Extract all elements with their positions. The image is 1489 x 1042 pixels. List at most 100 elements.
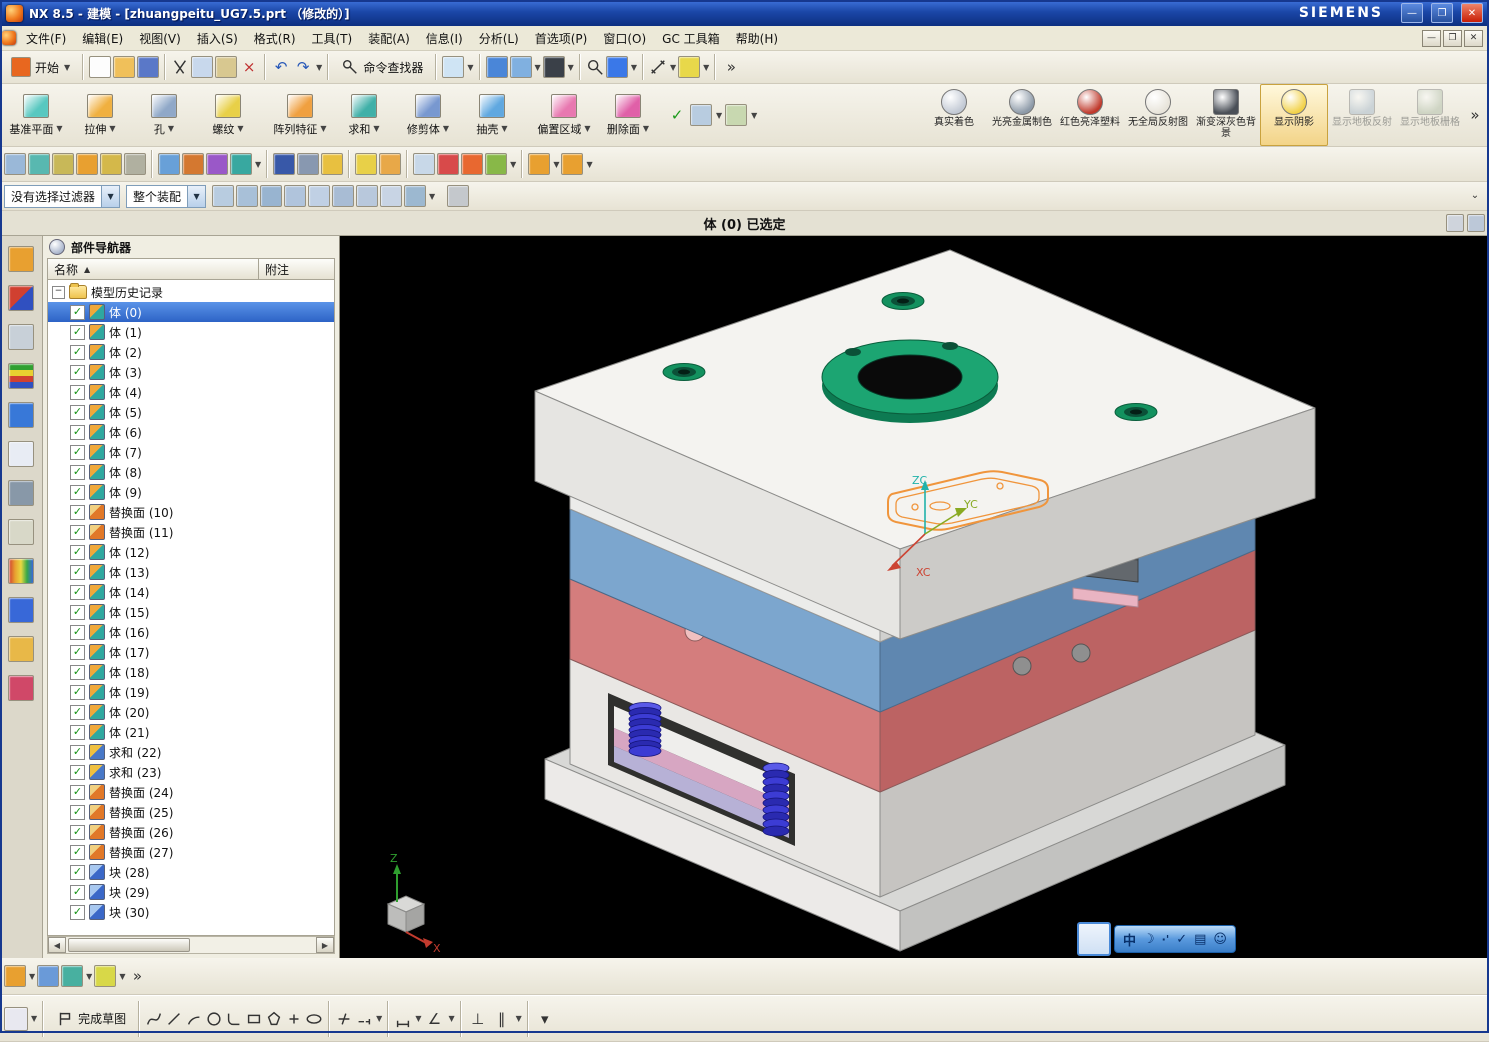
selection-scope-combo[interactable]: 整个装配 ▼	[126, 184, 207, 208]
feature-button-孔[interactable]: 孔 ▼	[132, 86, 196, 144]
tree-item[interactable]: ✓ 体 (14)	[48, 582, 334, 602]
graphics-window[interactable]: ZC YC XC Z X 中 ☽ ·' ✓ ▤ ☺	[340, 236, 1489, 958]
feature-button-求和[interactable]: 求和 ▼	[332, 86, 396, 144]
tree-item[interactable]: ✓ 块 (30)	[48, 902, 334, 922]
triangle-mesh-icon[interactable]	[413, 153, 436, 175]
chevron-down-icon[interactable]: ▼	[86, 972, 92, 981]
scroll-left-icon[interactable]: ◀	[48, 937, 66, 953]
chevron-down-icon[interactable]: ▼	[56, 124, 62, 133]
fit-view-icon[interactable]	[206, 153, 228, 175]
tree-item[interactable]: ✓ 体 (5)	[48, 402, 334, 422]
export-list-icon[interactable]	[94, 965, 117, 987]
shaded-ball-icon[interactable]	[273, 153, 296, 175]
mdi-restore-button[interactable]: ❐	[1443, 29, 1462, 47]
tree-item[interactable]: ✓ 替换面 (25)	[48, 802, 334, 822]
toolbar-overflow-chevron[interactable]: »	[721, 57, 741, 77]
quick-trim-icon[interactable]	[335, 1010, 353, 1028]
tree-item[interactable]: ✓ 求和 (23)	[48, 762, 334, 782]
chevron-down-icon[interactable]: ▼	[31, 1014, 37, 1023]
tree-item[interactable]: ✓ 体 (8)	[48, 462, 334, 482]
copy-icon[interactable]	[191, 56, 214, 78]
checkbox-checked-icon[interactable]: ✓	[70, 484, 85, 500]
checkbox-checked-icon[interactable]: ✓	[70, 344, 85, 360]
touch-mode-icon[interactable]	[442, 56, 465, 78]
snap-arc-center-icon[interactable]	[308, 185, 331, 207]
zoom-in-icon[interactable]	[182, 153, 204, 175]
snap-intersection-icon[interactable]	[284, 185, 307, 207]
menu-GC 工具箱[interactable]: GC 工具箱	[654, 27, 728, 50]
ruler-icon[interactable]	[678, 56, 701, 78]
palette-icon[interactable]	[8, 558, 34, 584]
chevron-down-icon[interactable]: ▼	[255, 160, 261, 169]
tree-item[interactable]: ✓ 体 (0)	[48, 302, 334, 322]
redo-icon[interactable]: ↷	[293, 57, 313, 77]
navigator-table-icon[interactable]	[37, 965, 60, 987]
chevron-down-icon[interactable]: ▼	[29, 972, 35, 981]
chevron-down-icon[interactable]: ▼	[584, 124, 590, 133]
menu-装配(A)[interactable]: 装配(A)	[360, 27, 418, 50]
chevron-down-icon[interactable]: ▼	[376, 1014, 382, 1023]
column-note[interactable]: 附注	[259, 259, 334, 279]
tree-item[interactable]: ✓ 体 (13)	[48, 562, 334, 582]
arc-icon[interactable]	[185, 1010, 203, 1028]
tree-item[interactable]: ✓ 体 (18)	[48, 662, 334, 682]
roles-icon[interactable]	[8, 597, 34, 623]
cue-grid-icon[interactable]	[1467, 214, 1485, 232]
ime-avatar-icon[interactable]	[1077, 922, 1111, 956]
info-icon[interactable]	[8, 402, 34, 428]
chevron-down-icon[interactable]: ▼	[429, 192, 435, 201]
app-menu-icon[interactable]	[2, 31, 16, 45]
chevron-down-icon[interactable]: ▼	[631, 63, 637, 72]
perpendicular-constraint-icon[interactable]: ⊥	[467, 1008, 489, 1030]
angle-dimension-icon[interactable]: ∠	[423, 1008, 445, 1030]
checkbox-checked-icon[interactable]: ✓	[70, 384, 85, 400]
chevron-down-icon[interactable]: ▼	[703, 63, 709, 72]
menu-信息(I)[interactable]: 信息(I)	[418, 27, 471, 50]
checkbox-checked-icon[interactable]: ✓	[70, 524, 85, 540]
new-file-icon[interactable]	[89, 56, 112, 78]
chevron-down-icon[interactable]: ▼	[586, 160, 592, 169]
ime-smiley-icon[interactable]: ☺	[1213, 932, 1227, 947]
chevron-down-icon[interactable]: ▼	[373, 124, 379, 133]
snap-mid-icon[interactable]	[260, 185, 283, 207]
checkbox-checked-icon[interactable]: ✓	[70, 704, 85, 720]
internet-explorer-icon[interactable]	[8, 441, 34, 467]
render-button-渐变深灰色背景[interactable]: 渐变深灰色背景	[1192, 84, 1260, 146]
chevron-down-icon[interactable]: ▼	[316, 63, 322, 72]
feature-button-删除面[interactable]: 删除面 ▼	[596, 86, 660, 144]
render-button-显示地板栅格[interactable]: 显示地板栅格	[1396, 84, 1464, 146]
sketch-in-task-icon[interactable]	[4, 153, 26, 175]
snap-existing-point-icon[interactable]	[356, 185, 379, 207]
menu-编辑(E)[interactable]: 编辑(E)	[74, 27, 131, 50]
people-icon[interactable]	[8, 636, 34, 662]
chevron-down-icon[interactable]: ▼	[187, 185, 206, 207]
chevron-down-icon[interactable]: ▼	[467, 63, 473, 72]
close-button[interactable]: ✕	[1461, 3, 1483, 23]
chevron-down-icon[interactable]: ▼	[237, 124, 243, 133]
scroll-right-icon[interactable]: ▶	[316, 937, 334, 953]
target-point-icon[interactable]	[461, 153, 484, 175]
checkbox-checked-icon[interactable]: ✓	[70, 464, 85, 480]
feature-button-偏置区域[interactable]: 偏置区域 ▼	[532, 86, 596, 144]
touch-panel-icon[interactable]	[8, 675, 34, 701]
tree-item[interactable]: ✓ 替换面 (24)	[48, 782, 334, 802]
checkbox-checked-icon[interactable]: ✓	[70, 584, 85, 600]
circle-icon[interactable]	[205, 1010, 223, 1028]
feature-button-拉伸[interactable]: 拉伸 ▼	[68, 86, 132, 144]
render-button-显示阴影[interactable]: 显示阴影	[1260, 84, 1328, 146]
chevron-down-icon[interactable]: ▼	[670, 63, 676, 72]
finish-sketch-button[interactable]: 完成草图	[49, 1006, 133, 1032]
snap-face-icon[interactable]	[380, 185, 403, 207]
cut-icon[interactable]	[171, 58, 189, 76]
selection-extra-icon[interactable]	[447, 185, 470, 207]
navigator-hscrollbar[interactable]: ◀ ▶	[47, 936, 335, 954]
checkbox-checked-icon[interactable]: ✓	[70, 304, 85, 320]
feature-overflow-chevron[interactable]: »	[1465, 105, 1485, 125]
tree-item[interactable]: ✓ 体 (1)	[48, 322, 334, 342]
checkbox-checked-icon[interactable]: ✓	[70, 744, 85, 760]
menu-工具(T)[interactable]: 工具(T)	[304, 27, 361, 50]
chevron-down-icon[interactable]: ▼	[320, 124, 326, 133]
window-grid-icon[interactable]	[485, 56, 508, 78]
snap-grid-icon[interactable]	[404, 185, 427, 207]
command-finder-button[interactable]: 命令查找器	[334, 54, 430, 80]
